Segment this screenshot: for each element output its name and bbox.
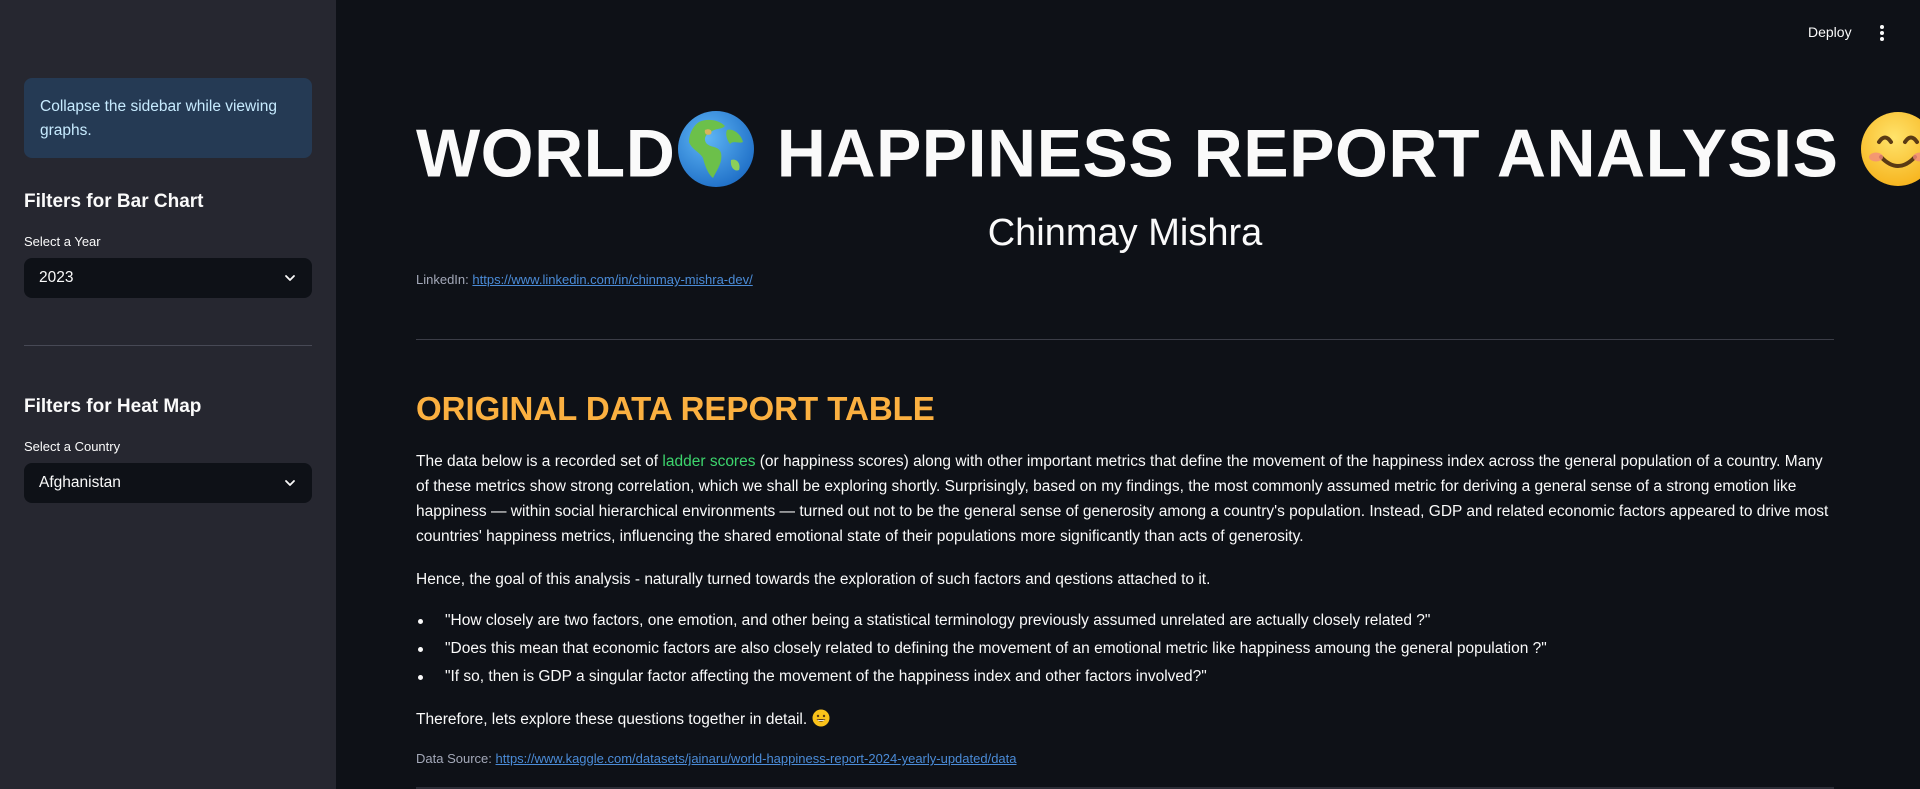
chevron-down-icon xyxy=(285,275,295,281)
section-divider xyxy=(416,339,1834,340)
linkedin-label: LinkedIn: xyxy=(416,272,469,287)
sidebar: Collapse the sidebar while viewing graph… xyxy=(0,0,336,789)
title-left: WORLD xyxy=(416,115,676,192)
year-select-value: 2023 xyxy=(39,269,74,286)
data-source-link[interactable]: https://www.kaggle.com/datasets/jainaru/… xyxy=(496,751,1017,766)
goal-paragraph: Hence, the goal of this analysis - natur… xyxy=(416,571,1211,588)
country-select-label: Select a Country xyxy=(24,439,121,454)
section-title: ORIGINAL DATA REPORT TABLE xyxy=(416,390,935,427)
data-source-line: Data Source: https://www.kaggle.com/data… xyxy=(416,751,1017,766)
list-item: "If so, then is GDP a singular factor af… xyxy=(416,663,1834,691)
smile-icon xyxy=(1858,109,1920,208)
grinning-face-icon xyxy=(812,709,830,735)
author-name: Chinmay Mishra xyxy=(987,212,1263,254)
bar-chart-filters-heading: Filters for Bar Chart xyxy=(24,191,204,212)
ladder-scores-highlight: ladder scores xyxy=(662,453,756,470)
sidebar-info-box: Collapse the sidebar while viewing graph… xyxy=(24,78,312,158)
list-item: "Does this mean that economic factors ar… xyxy=(416,635,1834,663)
closing-text: Therefore, lets explore these questions … xyxy=(416,711,808,728)
sidebar-divider xyxy=(24,345,312,346)
year-select[interactable]: 2023 xyxy=(24,258,312,298)
intro-paragraph: The data below is a recorded set of ladd… xyxy=(416,449,1834,549)
main-content: WORLD HAPPINESS REPORT ANALYSIS Chinmay … xyxy=(416,0,1920,789)
closing-paragraph: Therefore, lets explore these questions … xyxy=(416,707,1834,735)
questions-list: "How closely are two factors, one emotio… xyxy=(416,607,1834,691)
year-select-label: Select a Year xyxy=(24,234,101,249)
list-item: "How closely are two factors, one emotio… xyxy=(416,607,1834,635)
country-select-value: Afghanistan xyxy=(39,474,121,491)
page-title: WORLD HAPPINESS REPORT ANALYSIS xyxy=(416,108,1920,209)
sidebar-info-text: Collapse the sidebar while viewing graph… xyxy=(40,98,277,139)
title-right: HAPPINESS REPORT ANALYSIS xyxy=(776,115,1839,192)
intro-text-start: The data below is a recorded set of xyxy=(416,453,663,470)
globe-icon xyxy=(675,108,757,209)
linkedin-line: LinkedIn: https://www.linkedin.com/in/ch… xyxy=(416,272,753,287)
chevron-down-icon xyxy=(285,480,295,486)
country-select[interactable]: Afghanistan xyxy=(24,463,312,503)
vertical-ellipsis-icon[interactable] xyxy=(1874,22,1890,44)
linkedin-link[interactable]: https://www.linkedin.com/in/chinmay-mish… xyxy=(472,272,752,287)
data-source-label: Data Source: xyxy=(416,751,492,766)
heat-map-filters-heading: Filters for Heat Map xyxy=(24,396,202,417)
